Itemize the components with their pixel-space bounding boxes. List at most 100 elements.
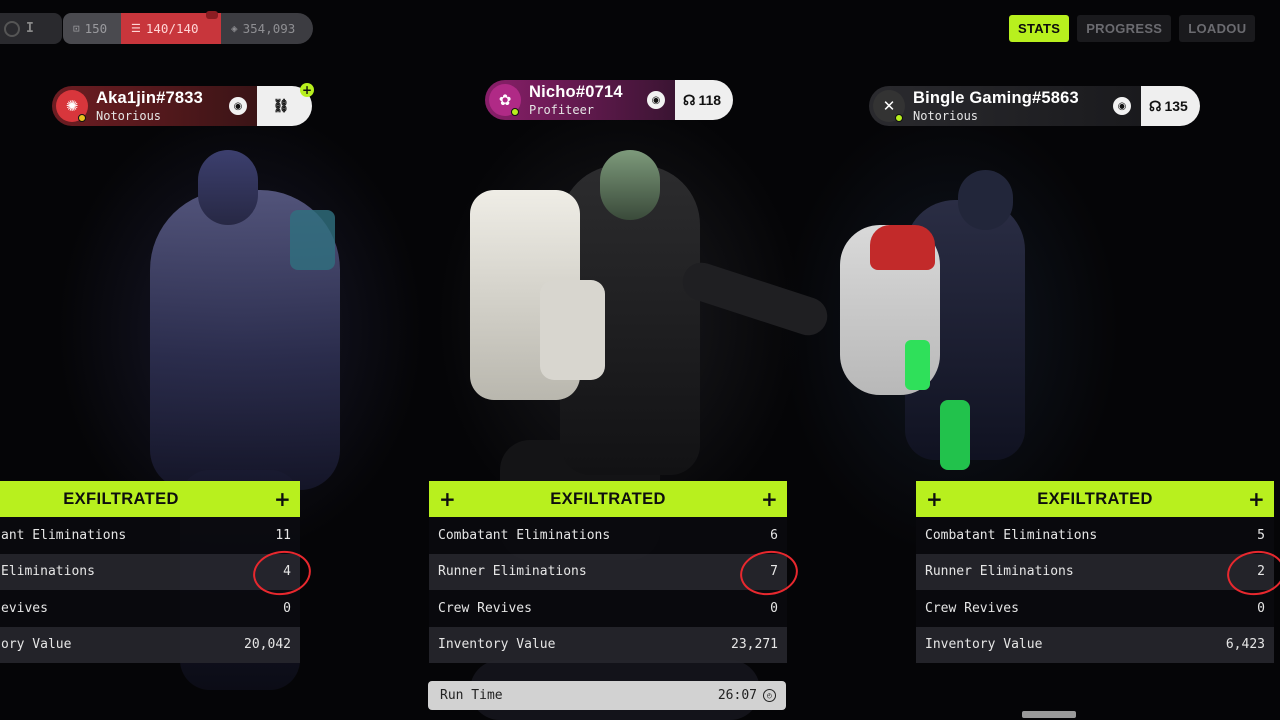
stat-row: Combatant Eliminations 5 (916, 517, 1274, 554)
storage-icon: ☰ (131, 22, 141, 35)
add-friend-icon[interactable]: + (300, 83, 314, 97)
headset-icon: ☊ (683, 91, 696, 108)
player-3-chip-value: 135 (1164, 98, 1188, 114)
stat-row: Inventory Value 6,423 (916, 626, 1274, 663)
expand-icon[interactable]: + (761, 489, 778, 509)
character-3-glow-leg (940, 400, 970, 470)
character-1-head (198, 150, 258, 225)
player-2-status-icon (511, 108, 519, 116)
top-tabs: STATS PROGRESS LOADOU (1009, 15, 1256, 42)
credits-value: 354,093 (242, 21, 296, 36)
tab-loadout[interactable]: LOADOU (1179, 15, 1256, 42)
character-2-arm (677, 257, 833, 341)
stat-row: evives 0 (0, 590, 300, 627)
stat-value: 0 (770, 600, 778, 616)
level-ring-icon (4, 20, 20, 37)
currency-chip[interactable]: ⊡ 150 (63, 13, 121, 44)
player-1-stats-panel: + EXFILTRATED + ant Eliminations 11 Elim… (0, 481, 314, 663)
player-3-status-header[interactable]: + EXFILTRATED + (916, 481, 1274, 517)
stat-value: 20,042 (244, 637, 291, 653)
player-3-status: EXFILTRATED (1037, 489, 1153, 508)
character-2-head (600, 150, 660, 220)
player-1-identity: ✺ Aka1jin#7833 Notorious ◉ (52, 86, 257, 126)
expand-icon[interactable]: + (439, 489, 456, 509)
run-time-label: Run Time (440, 688, 503, 703)
player-2-name: Nicho#0714 (529, 83, 623, 102)
player-3-name: Bingle Gaming#5863 (913, 89, 1079, 108)
expand-icon[interactable]: + (274, 489, 291, 509)
stat-label: evives (1, 600, 48, 616)
stat-label: Inventory Value (438, 637, 556, 653)
stat-row: ory Value 20,042 (0, 626, 300, 663)
player-2-rank: Profiteer (529, 102, 595, 117)
player-2-chip-value: 118 (698, 92, 722, 108)
horizontal-scrollbar[interactable] (1022, 711, 1076, 718)
stat-row: Crew Revives 0 (429, 590, 787, 627)
player-1-name: Aka1jin#7833 (96, 89, 203, 108)
resource-bar: I ⊡ 150 ☰ 140/140 ◈ 354,093 (0, 11, 313, 44)
run-time-bar: Run Time 26:07 ◴ (428, 681, 786, 710)
player-2-identity: ✿ Nicho#0714 Profiteer ◉ (485, 80, 675, 120)
character-3-backpack-top (870, 225, 935, 270)
clock-icon: ◴ (763, 689, 776, 702)
stat-label: Eliminations (1, 564, 95, 580)
steam-icon: ◉ (647, 91, 665, 109)
currency-value: 150 (84, 21, 108, 36)
stat-value-annotated: 4 (250, 547, 314, 600)
player-3-stats-panel: + EXFILTRATED + Combatant Eliminations 5… (916, 481, 1280, 663)
player-1-status-header[interactable]: + EXFILTRATED + (0, 481, 300, 517)
player-2-avatar: ✿ (489, 84, 521, 116)
expand-icon[interactable]: + (1248, 489, 1265, 509)
stat-value: 6 (770, 527, 778, 543)
player-3-avatar: ✕ (873, 90, 905, 122)
tab-progress[interactable]: PROGRESS (1077, 15, 1172, 42)
level-indicator[interactable]: I (0, 13, 62, 44)
character-3-head (958, 170, 1013, 230)
stat-label: Combatant Eliminations (438, 527, 611, 543)
stat-row: ant Eliminations 11 (0, 517, 300, 554)
stat-label: Runner Eliminations (438, 564, 587, 580)
capacity-value: 140/140 (145, 21, 199, 36)
stat-row: Runner Eliminations 7 (429, 547, 801, 600)
player-tag-2[interactable]: ✿ Nicho#0714 Profiteer ◉ ☊ 118 (485, 80, 734, 120)
stat-value-annotated: 7 (737, 547, 801, 600)
player-3-level-chip[interactable]: ☊ 135 (1141, 86, 1200, 126)
credits-icon: ◈ (231, 22, 238, 35)
player-1-avatar: ✺ (56, 90, 88, 122)
stat-value: 0 (1257, 600, 1265, 616)
stat-label: Runner Eliminations (925, 564, 1074, 580)
player-2-stats-panel: + EXFILTRATED + Combatant Eliminations 6… (429, 481, 801, 663)
character-1-pack (290, 210, 335, 270)
stat-value: 6,423 (1225, 637, 1265, 653)
player-2-status-header[interactable]: + EXFILTRATED + (429, 481, 787, 517)
player-tag-1[interactable]: ✺ Aka1jin#7833 Notorious ◉ ⛓ + (52, 83, 314, 126)
stat-value: 11 (275, 527, 291, 543)
headset-icon: ☊ (1149, 97, 1162, 114)
character-2-backpack-module (540, 280, 605, 380)
expand-icon[interactable]: + (926, 489, 943, 509)
link-icon: ⛓ (272, 98, 290, 113)
tab-stats[interactable]: STATS (1009, 15, 1070, 42)
player-3-status-icon (895, 114, 903, 122)
stat-row: Combatant Eliminations 6 (429, 517, 787, 554)
credits-chip[interactable]: ◈ 354,093 (221, 13, 313, 44)
player-3-rank: Notorious (913, 108, 979, 123)
stat-label: Crew Revives (438, 600, 532, 616)
level-glyph: I (26, 21, 34, 36)
stat-label: Crew Revives (925, 600, 1019, 616)
currency-icon: ⊡ (73, 22, 80, 35)
player-1-status: EXFILTRATED (63, 489, 179, 508)
player-2-status: EXFILTRATED (550, 489, 666, 508)
stat-row: Runner Eliminations 2 (916, 547, 1280, 600)
player-2-level-chip[interactable]: ☊ 118 (675, 80, 734, 120)
player-tag-3[interactable]: ✕ Bingle Gaming#5863 Notorious ◉ ☊ 135 (869, 86, 1200, 126)
player-1-rank: Notorious (96, 108, 162, 123)
stat-row: Inventory Value 23,271 (429, 626, 787, 663)
player-3-identity: ✕ Bingle Gaming#5863 Notorious ◉ (869, 86, 1141, 126)
stat-value-annotated: 2 (1224, 547, 1280, 600)
player-1-status-icon (78, 114, 86, 122)
character-3-glow (905, 340, 930, 390)
steam-icon: ◉ (1113, 97, 1131, 115)
capacity-chip[interactable]: ☰ 140/140 (121, 11, 221, 44)
steam-icon: ◉ (229, 97, 247, 115)
